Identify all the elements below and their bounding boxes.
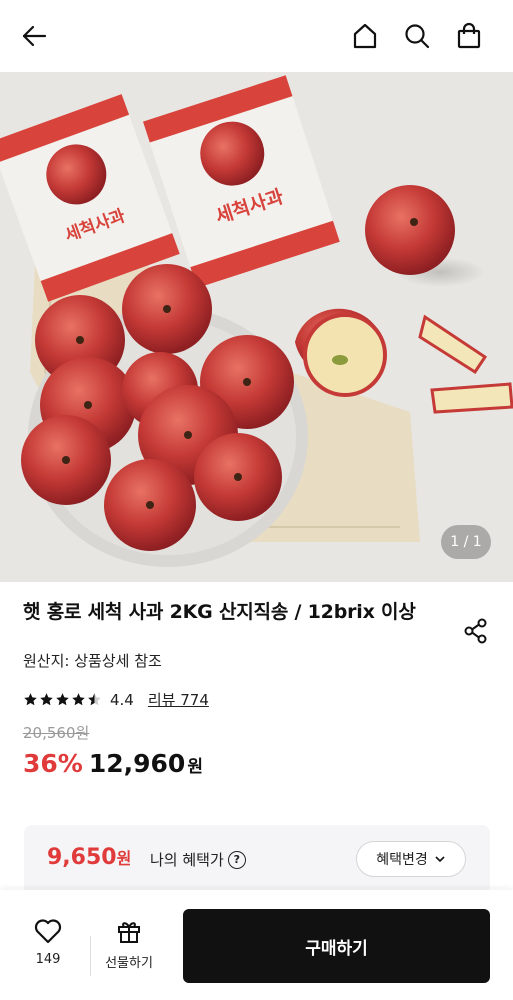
discount-rate: 36% (23, 749, 83, 778)
cart-button[interactable] (451, 18, 487, 54)
share-icon[interactable] (462, 617, 490, 645)
arrow-left-icon (22, 25, 47, 47)
heart-icon (34, 919, 62, 944)
benefit-change-label: 혜택변경 (376, 852, 428, 868)
home-button[interactable] (347, 18, 383, 54)
product-info: 햇 홍로 세척 사과 2KG 산지직송 / 12brix 이상 원산지: 상품상… (0, 582, 513, 778)
star-icon (56, 693, 69, 706)
benefit-price-value: 9,650 (47, 845, 117, 870)
rating-stars (23, 692, 102, 707)
bottom-action-bar: 149 선물하기 구매하기 (0, 890, 513, 1000)
buy-button[interactable]: 구매하기 (183, 909, 490, 983)
rating-value: 4.4 (110, 690, 134, 709)
back-button[interactable] (16, 18, 52, 54)
star-icon (72, 693, 85, 706)
benefit-price: 9,650원 (47, 845, 131, 870)
half-star-icon (88, 693, 101, 706)
benefit-label: 나의 혜택가 ? (150, 849, 246, 870)
origin-info: 원산지: 상품상세 참조 (23, 652, 162, 670)
divider (90, 936, 91, 976)
star-icon (40, 693, 53, 706)
review-link[interactable]: 리뷰 774 (148, 689, 209, 710)
gift-icon (118, 922, 140, 943)
chevron-down-icon (435, 856, 445, 863)
star-icon (24, 693, 37, 706)
benefit-currency: 원 (116, 849, 132, 868)
product-title: 햇 홍로 세척 사과 2KG 산지직송 / 12brix 이상 (23, 601, 416, 623)
rating-row: 4.4 리뷰 774 (23, 689, 490, 710)
wishlist-button[interactable]: 149 (22, 918, 74, 967)
image-counter: 1 / 1 (441, 525, 491, 559)
sale-price: 12,960 (88, 749, 186, 778)
wishlist-count: 149 (35, 952, 61, 967)
price-row: 36% 12,960 원 (23, 749, 490, 778)
shopping-bag-icon (457, 22, 481, 49)
benefit-label-text: 나의 혜택가 (150, 851, 224, 869)
gift-button[interactable]: 선물하기 (98, 918, 160, 971)
help-icon[interactable]: ? (227, 850, 246, 869)
search-button[interactable] (399, 18, 435, 54)
benefit-box: 9,650원 나의 혜택가 ? 혜택변경 (24, 825, 490, 895)
home-icon (353, 23, 377, 49)
apple-photo: 세척사과 세척사과 (0, 72, 513, 582)
currency-unit: 원 (187, 757, 203, 777)
top-navigation-bar (0, 0, 513, 72)
benefit-change-button[interactable]: 혜택변경 (356, 841, 466, 877)
search-icon (405, 24, 430, 49)
gift-label: 선물하기 (105, 956, 153, 971)
original-price: 20,560원 (23, 724, 90, 742)
product-image[interactable]: 세척사과 세척사과 1 / 1 (0, 72, 513, 582)
